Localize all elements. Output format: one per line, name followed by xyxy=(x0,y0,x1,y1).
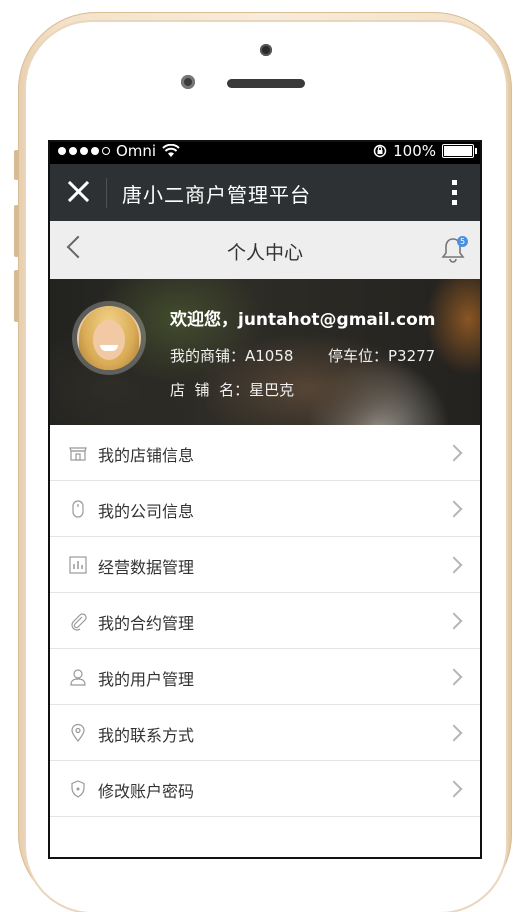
app-title-bar: 唐小二商户管理平台 xyxy=(48,164,482,221)
menu-item-label: 我的合约管理 xyxy=(98,614,195,633)
welcome-text: 欢迎您，juntahot@gmail.com xyxy=(170,310,436,330)
shop-name: 店 铺 名：星巴克 xyxy=(170,381,295,399)
shield-icon xyxy=(68,779,88,799)
chevron-right-icon xyxy=(445,612,463,630)
proximity-sensor xyxy=(260,44,272,56)
battery-fill xyxy=(444,146,472,156)
menu-item-label: 我的用户管理 xyxy=(98,670,195,689)
page-title: 个人中心 xyxy=(226,242,303,264)
menu-list: 我的店铺信息 我的公司信息 经营数据管理 我的合约管理 我的用户管理 我的联系方… xyxy=(48,425,482,817)
menu-item-company-info[interactable]: 我的公司信息 xyxy=(48,481,482,537)
store-icon xyxy=(68,443,88,463)
signal-strength-icon xyxy=(58,147,110,155)
chevron-right-icon xyxy=(445,780,463,798)
menu-item-label: 我的店铺信息 xyxy=(98,446,195,465)
status-bar: Omni 100% xyxy=(48,140,482,164)
earpiece-speaker xyxy=(227,79,305,88)
menu-item-label: 经营数据管理 xyxy=(98,558,195,577)
more-options-icon[interactable] xyxy=(452,180,458,206)
paperclip-icon xyxy=(68,611,88,631)
menu-item-contact[interactable]: 我的联系方式 xyxy=(48,705,482,761)
chevron-right-icon xyxy=(445,724,463,742)
mute-switch xyxy=(14,150,19,180)
notification-bell-button[interactable]: 5 xyxy=(440,236,468,264)
menu-item-contract[interactable]: 我的合约管理 xyxy=(48,593,482,649)
shop-number: 我的商铺：A1058 xyxy=(170,347,294,365)
close-button[interactable] xyxy=(66,179,90,203)
nav-bar: 个人中心 5 xyxy=(48,221,482,279)
mouse-icon xyxy=(68,499,88,519)
profile-header: 欢迎您，juntahot@gmail.com 我的商铺：A1058 停车位：P3… xyxy=(48,279,482,425)
menu-item-label: 我的公司信息 xyxy=(98,502,195,521)
menu-item-change-password[interactable]: 修改账户密码 xyxy=(48,761,482,817)
front-camera xyxy=(181,75,195,89)
chevron-right-icon xyxy=(445,500,463,518)
chevron-right-icon xyxy=(445,444,463,462)
menu-item-business-data[interactable]: 经营数据管理 xyxy=(48,537,482,593)
parking-space: 停车位：P3277 xyxy=(328,347,436,365)
status-left: Omni xyxy=(58,142,180,160)
menu-item-store-info[interactable]: 我的店铺信息 xyxy=(48,425,482,481)
status-right: 100% xyxy=(373,142,477,160)
battery-percentage: 100% xyxy=(393,142,436,160)
avatar[interactable] xyxy=(77,306,141,370)
menu-item-label: 我的联系方式 xyxy=(98,726,195,745)
app-title: 唐小二商户管理平台 xyxy=(122,183,311,207)
title-divider xyxy=(106,178,107,208)
bar-chart-icon xyxy=(68,555,88,575)
orientation-lock-icon xyxy=(373,144,387,158)
chevron-right-icon xyxy=(445,668,463,686)
menu-item-label: 修改账户密码 xyxy=(98,782,195,801)
battery-icon xyxy=(442,144,477,158)
location-pin-icon xyxy=(68,723,88,743)
menu-item-users[interactable]: 我的用户管理 xyxy=(48,649,482,705)
chevron-right-icon xyxy=(445,556,463,574)
user-icon xyxy=(68,667,88,687)
volume-down-button xyxy=(14,270,19,322)
notification-badge: 5 xyxy=(457,236,468,247)
phone-screen: Omni 100% 唐小二商户管理平台 个人中心 5 欢迎您，juntahot@… xyxy=(48,140,482,859)
wifi-icon xyxy=(162,144,180,157)
volume-up-button xyxy=(14,205,19,257)
carrier-name: Omni xyxy=(116,142,157,160)
